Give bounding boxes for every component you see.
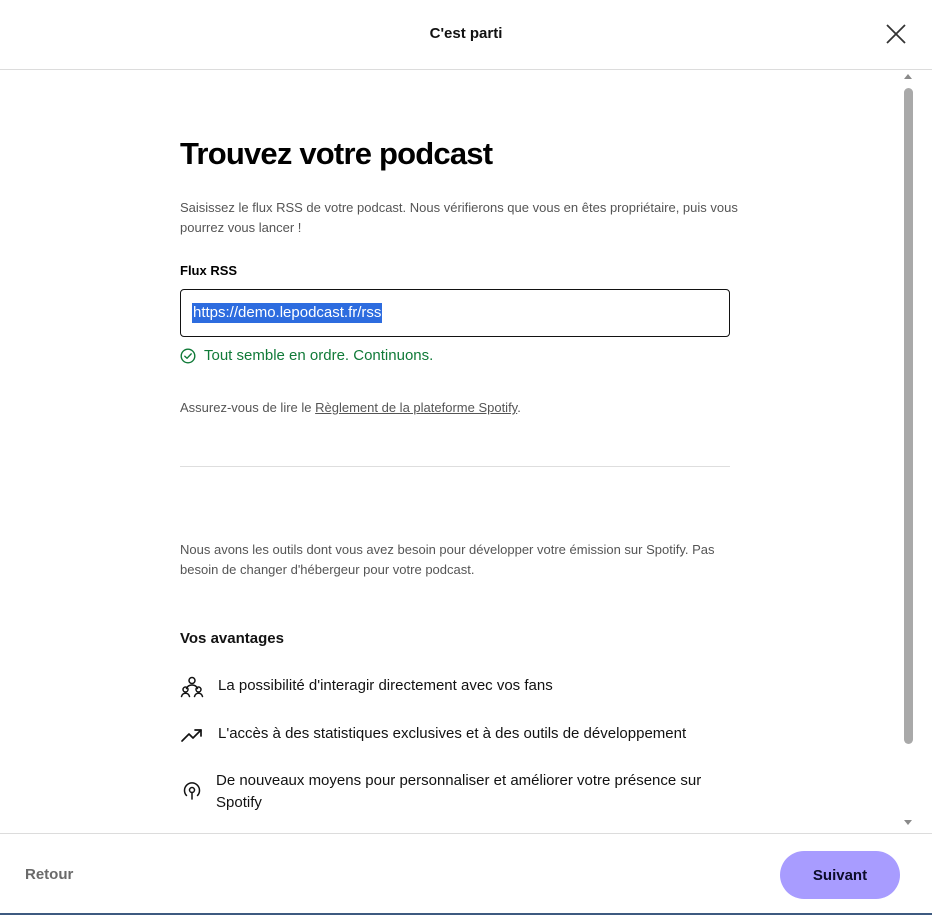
dialog-footer: Retour Suivant [0, 833, 932, 915]
podcast-icon [183, 782, 201, 800]
scrollbar-thumb[interactable] [904, 88, 913, 744]
validation-message: Tout semble en ordre. Continuons. [180, 347, 433, 364]
rss-input-value[interactable]: https://demo.lepodcast.fr/rss [192, 303, 383, 323]
policy-prefix: Assurez-vous de lire le [180, 400, 316, 415]
benefit-text: L'accès à des statistiques exclusives et… [218, 725, 687, 742]
rss-field-label: Flux RSS [180, 263, 238, 278]
close-button[interactable] [882, 20, 910, 48]
policy-link[interactable]: Règlement de la plateforme Spotify [315, 400, 517, 415]
check-circle-icon [180, 347, 196, 364]
rss-input[interactable]: https://demo.lepodcast.fr/rss [180, 289, 730, 337]
scroll-down-arrow-icon[interactable] [904, 820, 912, 825]
scroll-up-arrow-icon[interactable] [904, 74, 912, 79]
validation-text: Tout semble en ordre. Continuons. [204, 347, 434, 364]
tools-text: Nous avons les outils dont vous avez bes… [180, 542, 715, 577]
benefit-item-fans: La possibilité d'interagir directement a… [180, 675, 738, 699]
next-button[interactable]: Suivant [780, 851, 900, 899]
benefit-text: La possibilité d'interagir directement a… [218, 677, 553, 694]
back-button[interactable]: Retour [25, 866, 73, 883]
close-icon [886, 24, 906, 44]
section-divider [180, 466, 730, 467]
benefit-text: De nouveaux moyens pour personnaliser et… [216, 772, 702, 811]
trending-up-icon [181, 729, 202, 742]
intro-text: Saisissez le flux RSS de votre podcast. … [180, 200, 738, 235]
benefit-item-stats: L'accès à des statistiques exclusives et… [180, 723, 738, 747]
dialog-title: C'est parti [429, 25, 503, 42]
page-title: Trouvez votre podcast [180, 136, 493, 171]
policy-suffix: . [517, 400, 521, 415]
dialog-header: C'est parti [0, 0, 932, 70]
benefit-item-presence: De nouveaux moyens pour personnaliser et… [180, 770, 736, 814]
people-icon [180, 676, 204, 698]
benefits-heading: Vos avantages [180, 630, 284, 647]
policy-notice: Assurez-vous de lire le Règlement de la … [180, 400, 521, 415]
